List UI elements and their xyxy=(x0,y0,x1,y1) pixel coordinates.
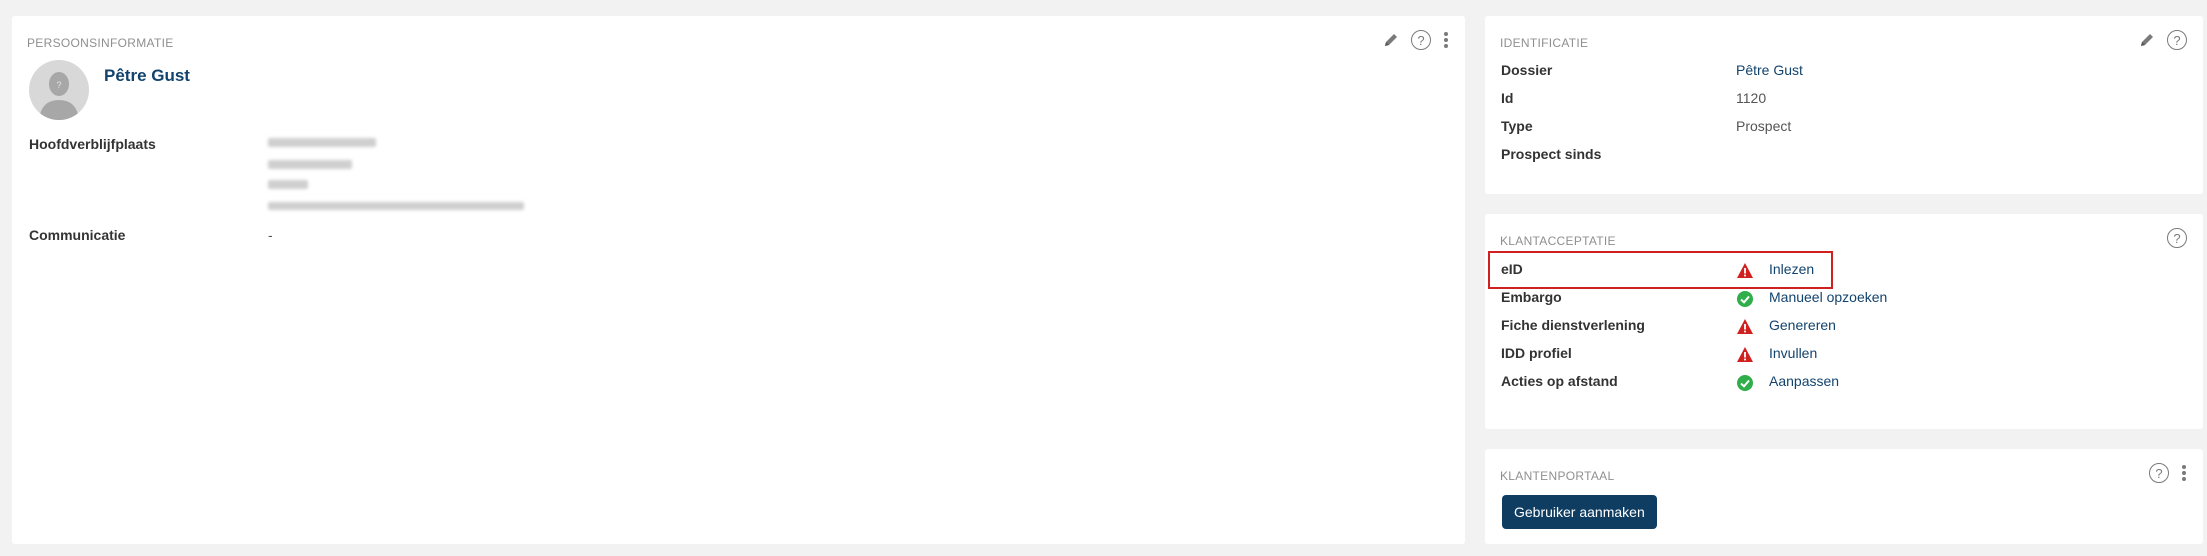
ident-label: Dossier xyxy=(1501,62,1553,78)
identification-card: IDENTIFICATIE ? Dossier Pêtre Gust Id 11… xyxy=(1485,16,2203,194)
more-vertical-icon[interactable] xyxy=(1443,31,1449,49)
remote-actions-edit-link[interactable]: Aanpassen xyxy=(1769,373,1839,389)
ident-value: Prospect xyxy=(1736,118,1792,134)
communication-value: - xyxy=(268,227,273,243)
warning-triangle-icon xyxy=(1737,263,1753,278)
residence-label: Hoofdverblijfplaats xyxy=(29,136,156,152)
warning-triangle-icon xyxy=(1737,319,1753,334)
ident-row-type: Type Prospect xyxy=(1501,118,2187,138)
acceptance-card: KLANTACCEPTATIE ? eID Inlezen Embargo Ma… xyxy=(1485,214,2203,429)
dossier-link[interactable]: Pêtre Gust xyxy=(1736,62,1803,78)
pencil-icon[interactable] xyxy=(2139,32,2155,48)
ident-label: Type xyxy=(1501,118,1533,134)
acceptance-label: IDD profiel xyxy=(1501,345,1572,361)
person-name[interactable]: Pêtre Gust xyxy=(104,66,190,86)
acceptance-card-actions: ? xyxy=(2167,228,2187,248)
check-circle-icon xyxy=(1737,375,1753,391)
idd-profile-fill-link[interactable]: Invullen xyxy=(1769,345,1817,361)
ident-value: 1120 xyxy=(1736,90,1767,106)
ident-row-id: Id 1120 xyxy=(1501,90,2187,110)
person-card-actions: ? xyxy=(1383,30,1449,50)
check-circle-icon xyxy=(1737,291,1753,307)
acceptance-label: Embargo xyxy=(1501,289,1562,305)
client-portal-card-actions: ? xyxy=(2149,463,2187,483)
acceptance-row-idd-profile: IDD profiel Invullen xyxy=(1501,345,2187,365)
identification-card-title: IDENTIFICATIE xyxy=(1500,36,1589,50)
help-circle-icon[interactable]: ? xyxy=(2167,30,2187,50)
eid-read-link[interactable]: Inlezen xyxy=(1769,261,1814,277)
person-info-card: PERSOONSINFORMATIE ? ? Pêtre Gust Hoofdv… xyxy=(12,16,1465,544)
identification-card-actions: ? xyxy=(2139,30,2187,50)
svg-text:?: ? xyxy=(56,80,61,90)
avatar: ? xyxy=(29,60,89,120)
ident-row-dossier: Dossier Pêtre Gust xyxy=(1501,62,2187,82)
communication-label: Communicatie xyxy=(29,227,126,243)
service-sheet-generate-link[interactable]: Genereren xyxy=(1769,317,1836,333)
help-circle-icon[interactable]: ? xyxy=(1411,30,1431,50)
embargo-lookup-link[interactable]: Manueel opzoeken xyxy=(1769,289,1887,305)
acceptance-label: Acties op afstand xyxy=(1501,373,1618,389)
acceptance-label: Fiche dienstverlening xyxy=(1501,317,1645,333)
more-vertical-icon[interactable] xyxy=(2181,464,2187,482)
acceptance-row-service-sheet: Fiche dienstverlening Genereren xyxy=(1501,317,2187,337)
acceptance-row-remote-actions: Acties op afstand Aanpassen xyxy=(1501,373,2187,393)
create-user-button[interactable]: Gebruiker aanmaken xyxy=(1502,495,1657,529)
help-circle-icon[interactable]: ? xyxy=(2149,463,2169,483)
person-card-title: PERSOONSINFORMATIE xyxy=(27,36,174,50)
ident-label: Prospect sinds xyxy=(1501,146,1602,162)
client-portal-card-title: KLANTENPORTAAL xyxy=(1500,469,1615,483)
ident-label: Id xyxy=(1501,90,1514,106)
acceptance-row-eid: eID Inlezen xyxy=(1488,251,2187,289)
user-silhouette-icon: ? xyxy=(39,72,79,120)
acceptance-row-embargo: Embargo Manueel opzoeken xyxy=(1501,289,2187,309)
help-circle-icon[interactable]: ? xyxy=(2167,228,2187,248)
client-portal-card: KLANTENPORTAAL ? Gebruiker aanmaken xyxy=(1485,449,2203,544)
pencil-icon[interactable] xyxy=(1383,32,1399,48)
warning-triangle-icon xyxy=(1737,347,1753,362)
acceptance-card-title: KLANTACCEPTATIE xyxy=(1500,234,1616,248)
ident-row-prospect-since: Prospect sinds xyxy=(1501,146,2187,166)
acceptance-label: eID xyxy=(1501,261,1523,277)
